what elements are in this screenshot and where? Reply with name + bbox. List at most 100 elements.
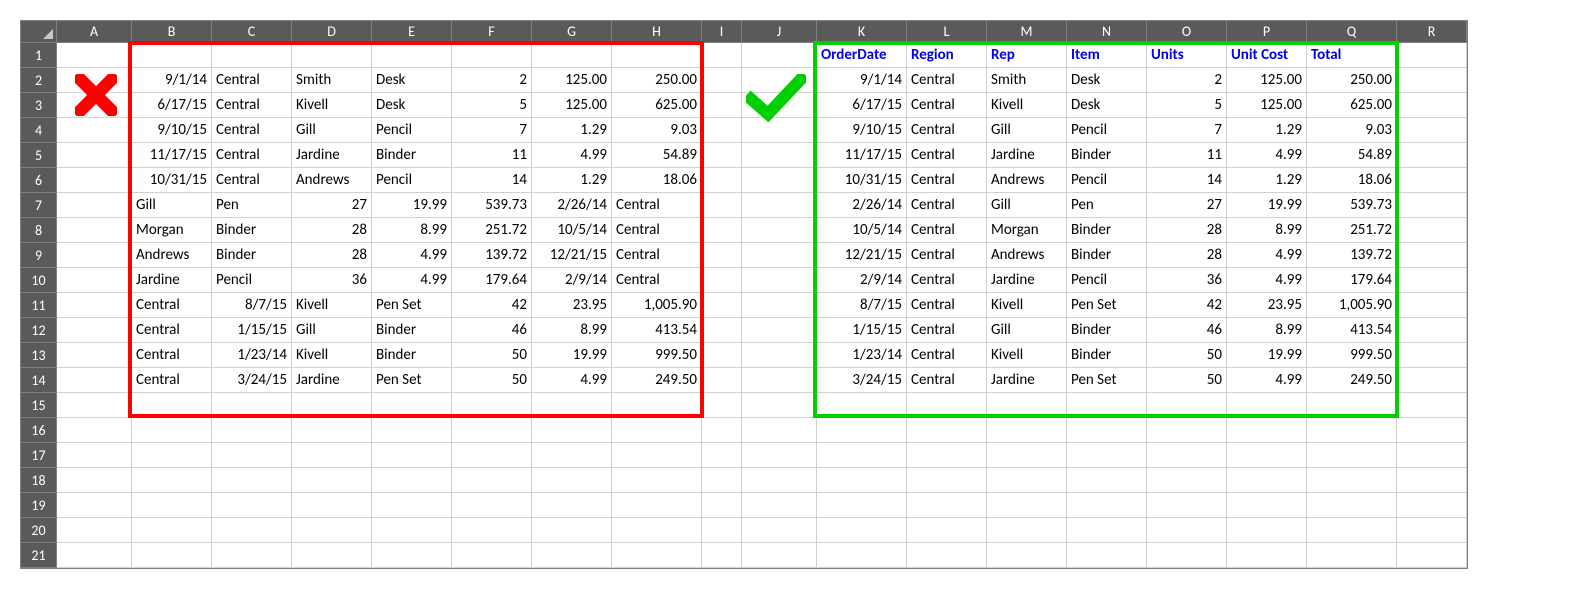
cell-K12[interactable]: 1/15/15	[817, 318, 907, 343]
cell-N14[interactable]: Pen Set	[1067, 368, 1147, 393]
cell-K9[interactable]: 12/21/15	[817, 243, 907, 268]
cell-B8[interactable]: Morgan	[132, 218, 212, 243]
cell-H13[interactable]: 999.50	[612, 343, 702, 368]
cell-O8[interactable]: 28	[1147, 218, 1227, 243]
cell-J16[interactable]	[742, 418, 817, 443]
row-header-19[interactable]: 19	[21, 493, 57, 518]
cell-M19[interactable]	[987, 493, 1067, 518]
row-header-21[interactable]: 21	[21, 543, 57, 568]
cell-I8[interactable]	[702, 218, 742, 243]
cell-K13[interactable]: 1/23/14	[817, 343, 907, 368]
cell-D9[interactable]: 28	[292, 243, 372, 268]
cell-I17[interactable]	[702, 443, 742, 468]
cell-O21[interactable]	[1147, 543, 1227, 568]
cell-J1[interactable]	[742, 43, 817, 68]
cell-M15[interactable]	[987, 393, 1067, 418]
cell-A16[interactable]	[57, 418, 132, 443]
cell-C16[interactable]	[212, 418, 292, 443]
row-header-20[interactable]: 20	[21, 518, 57, 543]
cell-L1[interactable]: Region	[907, 43, 987, 68]
cell-C19[interactable]	[212, 493, 292, 518]
cell-M20[interactable]	[987, 518, 1067, 543]
cell-L8[interactable]: Central	[907, 218, 987, 243]
cell-E3[interactable]: Desk	[372, 93, 452, 118]
cell-F6[interactable]: 14	[452, 168, 532, 193]
cell-K4[interactable]: 9/10/15	[817, 118, 907, 143]
cell-N10[interactable]: Pencil	[1067, 268, 1147, 293]
cell-I14[interactable]	[702, 368, 742, 393]
row-header-10[interactable]: 10	[21, 268, 57, 293]
cell-O3[interactable]: 5	[1147, 93, 1227, 118]
column-header-G[interactable]: G	[532, 21, 612, 43]
cell-R6[interactable]	[1397, 168, 1467, 193]
cell-R10[interactable]	[1397, 268, 1467, 293]
cell-O17[interactable]	[1147, 443, 1227, 468]
cell-E6[interactable]: Pencil	[372, 168, 452, 193]
cell-G4[interactable]: 1.29	[532, 118, 612, 143]
cell-P8[interactable]: 8.99	[1227, 218, 1307, 243]
cell-J14[interactable]	[742, 368, 817, 393]
cell-I13[interactable]	[702, 343, 742, 368]
cell-G17[interactable]	[532, 443, 612, 468]
cell-J10[interactable]	[742, 268, 817, 293]
cell-C13[interactable]: 1/23/14	[212, 343, 292, 368]
cell-G21[interactable]	[532, 543, 612, 568]
cell-R7[interactable]	[1397, 193, 1467, 218]
cell-A20[interactable]	[57, 518, 132, 543]
cell-D15[interactable]	[292, 393, 372, 418]
cell-I18[interactable]	[702, 468, 742, 493]
row-header-14[interactable]: 14	[21, 368, 57, 393]
cell-O20[interactable]	[1147, 518, 1227, 543]
row-header-7[interactable]: 7	[21, 193, 57, 218]
cell-N12[interactable]: Binder	[1067, 318, 1147, 343]
column-header-K[interactable]: K	[817, 21, 907, 43]
cell-H9[interactable]: Central	[612, 243, 702, 268]
cell-L12[interactable]: Central	[907, 318, 987, 343]
cell-N2[interactable]: Desk	[1067, 68, 1147, 93]
cell-B9[interactable]: Andrews	[132, 243, 212, 268]
cell-E21[interactable]	[372, 543, 452, 568]
cell-H18[interactable]	[612, 468, 702, 493]
cell-L13[interactable]: Central	[907, 343, 987, 368]
cell-C2[interactable]: Central	[212, 68, 292, 93]
cell-N8[interactable]: Binder	[1067, 218, 1147, 243]
cell-P9[interactable]: 4.99	[1227, 243, 1307, 268]
cell-K19[interactable]	[817, 493, 907, 518]
cell-O6[interactable]: 14	[1147, 168, 1227, 193]
cell-P3[interactable]: 125.00	[1227, 93, 1307, 118]
cell-M14[interactable]: Jardine	[987, 368, 1067, 393]
select-all-corner[interactable]	[21, 21, 57, 43]
cell-I2[interactable]	[702, 68, 742, 93]
cell-D20[interactable]	[292, 518, 372, 543]
cell-N7[interactable]: Pen	[1067, 193, 1147, 218]
cell-P14[interactable]: 4.99	[1227, 368, 1307, 393]
cell-M6[interactable]: Andrews	[987, 168, 1067, 193]
cell-L14[interactable]: Central	[907, 368, 987, 393]
cell-G10[interactable]: 2/9/14	[532, 268, 612, 293]
cell-G18[interactable]	[532, 468, 612, 493]
cell-R1[interactable]	[1397, 43, 1467, 68]
cell-F17[interactable]	[452, 443, 532, 468]
cell-D12[interactable]: Gill	[292, 318, 372, 343]
cell-H21[interactable]	[612, 543, 702, 568]
cell-L21[interactable]	[907, 543, 987, 568]
cell-N6[interactable]: Pencil	[1067, 168, 1147, 193]
cell-M8[interactable]: Morgan	[987, 218, 1067, 243]
cell-K14[interactable]: 3/24/15	[817, 368, 907, 393]
row-header-17[interactable]: 17	[21, 443, 57, 468]
cell-J20[interactable]	[742, 518, 817, 543]
cell-G11[interactable]: 23.95	[532, 293, 612, 318]
cell-Q20[interactable]	[1307, 518, 1397, 543]
cell-K7[interactable]: 2/26/14	[817, 193, 907, 218]
cell-E19[interactable]	[372, 493, 452, 518]
cell-I16[interactable]	[702, 418, 742, 443]
column-header-P[interactable]: P	[1227, 21, 1307, 43]
cell-J8[interactable]	[742, 218, 817, 243]
cell-E7[interactable]: 19.99	[372, 193, 452, 218]
cell-H3[interactable]: 625.00	[612, 93, 702, 118]
cell-B11[interactable]: Central	[132, 293, 212, 318]
cell-G15[interactable]	[532, 393, 612, 418]
cell-N18[interactable]	[1067, 468, 1147, 493]
cell-C1[interactable]	[212, 43, 292, 68]
cell-Q16[interactable]	[1307, 418, 1397, 443]
